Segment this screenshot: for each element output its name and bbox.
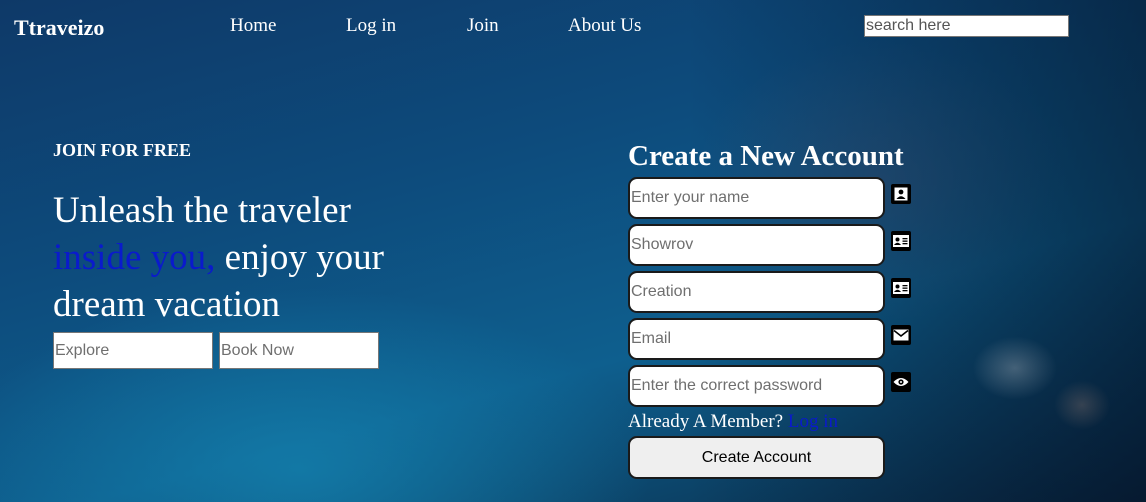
- hero-eyebrow: JOIN FOR FREE: [53, 140, 192, 160]
- id-card-icon: [891, 231, 911, 251]
- password-field-row: [628, 365, 928, 412]
- nav-home[interactable]: Home: [230, 15, 276, 37]
- book-now-input[interactable]: [219, 332, 379, 369]
- create-account-button[interactable]: Create Account: [628, 436, 885, 479]
- form-title: Create a New Account: [628, 140, 904, 172]
- name-field-row: [628, 177, 928, 224]
- first-name-field-row: [628, 224, 928, 271]
- login-link[interactable]: Log in: [788, 411, 838, 432]
- signup-form: Create a New Account Already A Member? L…: [628, 140, 928, 479]
- top-nav: Ttraveizo Home Log in Join About Us: [0, 0, 1146, 52]
- hero-headline: Unleash the traveler inside you, enjoy y…: [53, 187, 453, 328]
- name-input[interactable]: [628, 177, 885, 219]
- nav-join[interactable]: Join: [467, 15, 499, 37]
- headline-accent: inside you,: [53, 237, 216, 278]
- first-name-input[interactable]: [628, 224, 885, 266]
- nav-about-us[interactable]: About Us: [568, 15, 641, 37]
- already-member-text: Already A Member? Log in: [628, 411, 928, 433]
- site-logo[interactable]: Ttraveizo: [14, 15, 104, 41]
- email-field-row: [628, 318, 928, 365]
- headline-part-1: Unleash the traveler: [53, 190, 351, 231]
- last-name-field-row: [628, 271, 928, 318]
- last-name-input[interactable]: [628, 271, 885, 313]
- hero-actions: [53, 332, 453, 369]
- explore-input[interactable]: [53, 332, 213, 369]
- search-input[interactable]: [864, 15, 1069, 37]
- member-label: Already A Member?: [628, 411, 784, 432]
- id-card-icon: [891, 278, 911, 298]
- password-field[interactable]: [628, 365, 885, 407]
- nav-login[interactable]: Log in: [346, 15, 396, 37]
- hero-section: JOIN FOR FREE Unleash the traveler insid…: [53, 140, 453, 369]
- envelope-icon: [891, 325, 911, 345]
- contact-icon: [891, 184, 911, 204]
- eye-icon: [891, 372, 911, 392]
- email-field[interactable]: [628, 318, 885, 360]
